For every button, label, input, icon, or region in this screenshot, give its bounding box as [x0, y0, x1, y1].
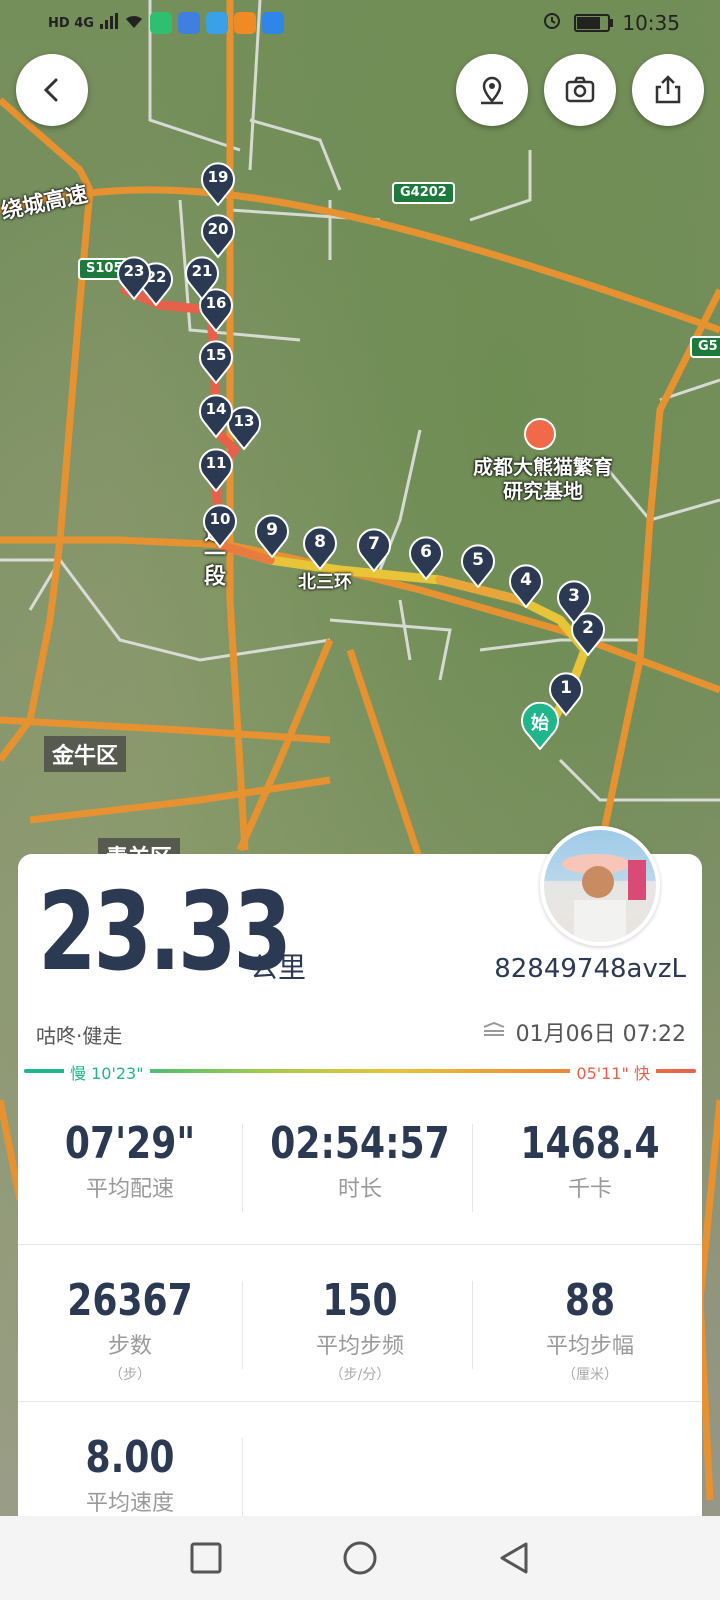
wifi-icon: [124, 13, 144, 33]
checkpoint-marker[interactable]: 15: [198, 340, 234, 384]
checkpoint-marker[interactable]: 8: [302, 526, 338, 570]
triangle-back-icon: [500, 1542, 528, 1574]
start-marker[interactable]: 始: [520, 702, 560, 750]
signal-icon: [99, 13, 118, 33]
location-pin-icon: [481, 76, 503, 105]
home-button[interactable]: [340, 1538, 380, 1578]
stat-stride: 88 平均步幅 （厘米）: [545, 1275, 634, 1383]
checkpoint-marker[interactable]: 7: [356, 528, 392, 572]
chevron-left-icon: [43, 78, 58, 102]
checkpoint-marker[interactable]: 19: [200, 162, 236, 206]
layers-icon: [482, 1019, 506, 1045]
checkpoint-marker[interactable]: 11: [198, 448, 234, 492]
checkpoint-marker[interactable]: 20: [200, 214, 236, 258]
activity-type: 咕咚·健走: [36, 1024, 123, 1048]
stats-row: 26367 步数 （步） 150 平均步频 （步/分） 88 平均步幅 （厘米）: [18, 1245, 702, 1402]
workout-date: 01月06日 07:22: [515, 1022, 686, 1047]
stat-cadence: 150 平均步频 （步/分）: [315, 1275, 404, 1383]
slow-pace-label: 慢 10'23": [64, 1060, 150, 1084]
checkpoint-marker[interactable]: 9: [254, 514, 290, 558]
stat-calories: 1468.4 千卡: [520, 1118, 660, 1202]
poi-icon: [524, 418, 556, 450]
status-bar: HD 4G 10:35: [0, 0, 720, 50]
square-icon: [190, 1542, 222, 1574]
app-notification-icon: [149, 12, 172, 34]
stats-grid: 07'29" 平均配速 02:54:57 时长 1468.4 千卡 26367 …: [18, 1088, 702, 1558]
weather-icon: [205, 12, 228, 34]
camera-button[interactable]: [544, 54, 616, 126]
checkpoint-marker[interactable]: 5: [460, 544, 496, 588]
checkpoint-marker[interactable]: 14: [198, 394, 234, 438]
poi-panda-base-label[interactable]: 成都大熊猫繁育研究基地: [468, 455, 618, 503]
back-button[interactable]: [16, 54, 88, 126]
app-notification-icon: [233, 12, 256, 34]
stat-avg-pace: 07'29" 平均配速: [64, 1118, 196, 1202]
share-button[interactable]: [632, 54, 704, 126]
username: 82849748avzL: [494, 954, 686, 984]
locate-button[interactable]: [456, 54, 528, 126]
checkpoint-marker[interactable]: 21: [184, 256, 220, 300]
back-nav-button[interactable]: [494, 1538, 534, 1578]
alarm-icon: [542, 10, 562, 35]
bulb-icon: [261, 12, 284, 34]
road-three-label: 北三环: [298, 572, 352, 593]
stat-avg-speed: 8.00 平均速度: [85, 1432, 175, 1516]
checkpoint-marker[interactable]: 6: [408, 536, 444, 580]
clock-time: 10:35: [622, 10, 680, 35]
stat-duration: 02:54:57 时长: [270, 1118, 450, 1202]
network-indicator: HD 4G: [48, 15, 94, 31]
stats-row: 07'29" 平均配速 02:54:57 时长 1468.4 千卡: [18, 1088, 702, 1245]
battery-icon: [574, 13, 614, 32]
circle-icon: [343, 1541, 377, 1575]
road-sign-g4202: G4202: [392, 182, 455, 204]
checkpoint-marker[interactable]: 23: [116, 256, 152, 300]
system-nav-bar: [0, 1516, 720, 1600]
distance-unit: 公里: [250, 951, 307, 984]
checkpoint-marker[interactable]: 3: [556, 580, 592, 624]
pace-legend: 慢 10'23" 05'11" 快: [24, 1060, 696, 1084]
camera-icon: [565, 76, 595, 103]
fast-pace-label: 05'11" 快: [570, 1060, 656, 1084]
district-jinniu-label: 金牛区: [44, 736, 127, 772]
recents-button[interactable]: [186, 1538, 226, 1578]
app-notification-icon: [177, 12, 200, 34]
workout-summary-card: 23.33 公里 82849748avzL 咕咚·健走 01月06日 07:22…: [18, 826, 702, 1526]
checkpoint-marker[interactable]: 10: [202, 504, 238, 548]
road-sign-g5: G5: [690, 336, 720, 358]
stat-steps: 26367 步数 （步）: [67, 1275, 193, 1383]
checkpoint-marker[interactable]: 4: [508, 564, 544, 608]
share-icon: [655, 75, 681, 104]
avatar[interactable]: [540, 826, 660, 946]
